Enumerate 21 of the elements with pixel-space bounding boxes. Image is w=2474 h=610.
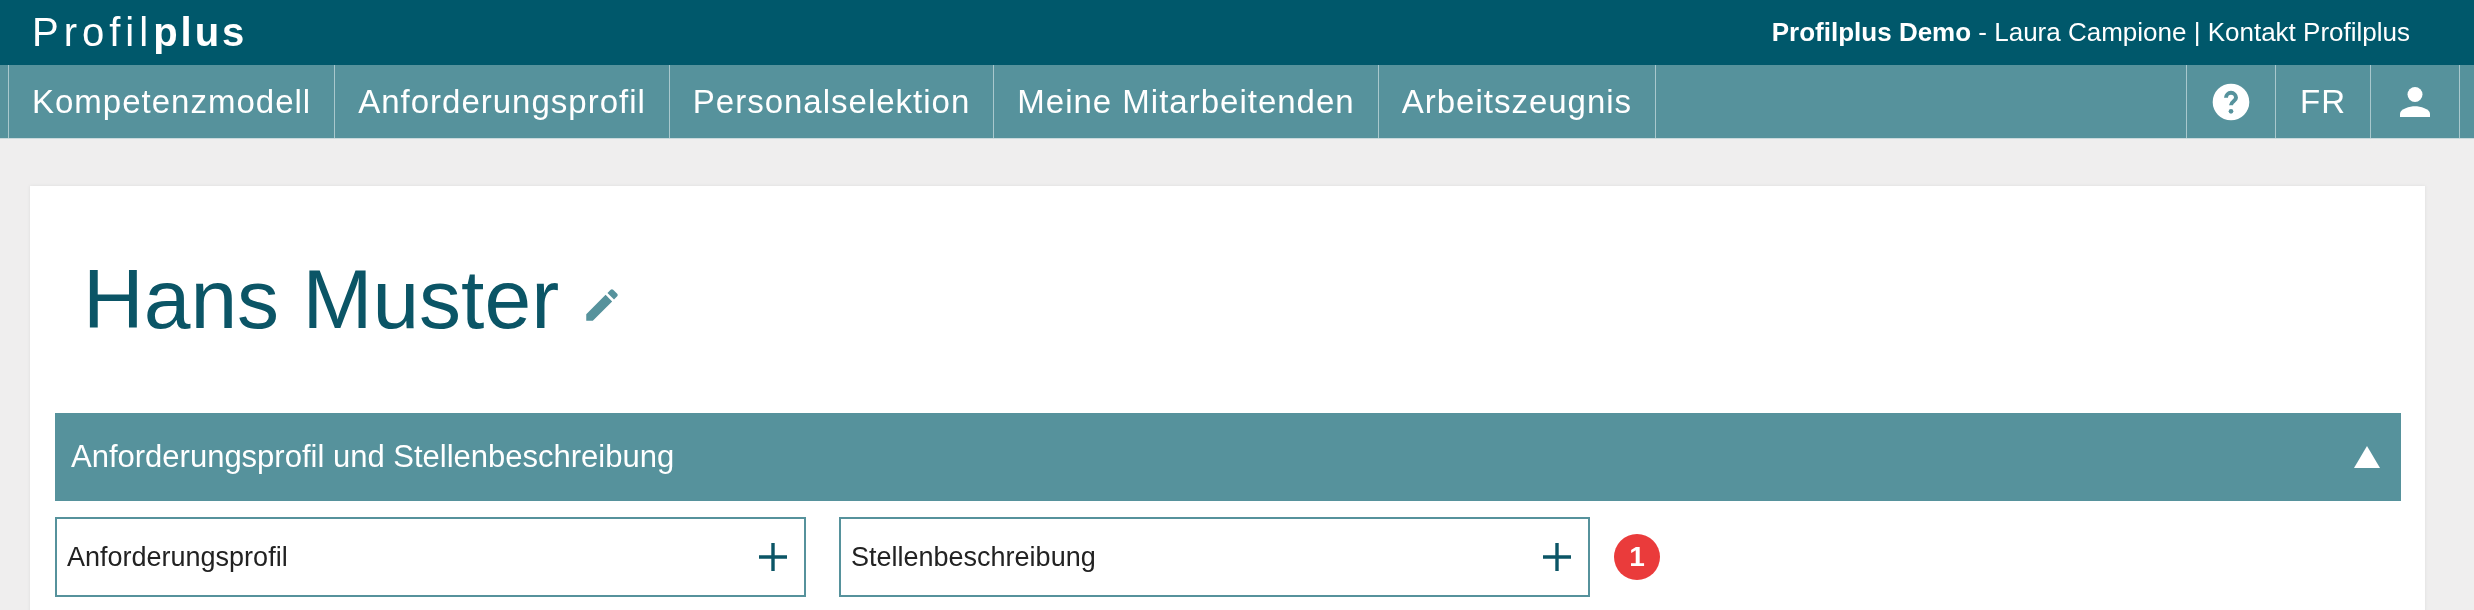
- account-info: Profilplus Demo - Laura Campione | Kontakt Profilplus: [1771, 17, 2410, 48]
- document-field[interactable]: Stellenbeschreibung: [839, 517, 1590, 597]
- nav-tab[interactable]: Meine Mitarbeitenden: [993, 65, 1378, 138]
- plus-icon[interactable]: [758, 542, 788, 572]
- person-name: Hans Muster: [83, 251, 560, 348]
- help-icon: [2211, 81, 2251, 122]
- section-title: Anforderungsprofil und Stellenbeschreibung: [71, 439, 675, 475]
- nav-tab[interactable]: Kompetenzmodell: [8, 65, 335, 138]
- nav-tab[interactable]: Arbeitszeugnis: [1377, 65, 1657, 138]
- language-button[interactable]: FR: [2275, 65, 2370, 138]
- plus-icon[interactable]: [1542, 542, 1572, 572]
- section-header[interactable]: Anforderungsprofil und Stellenbeschreibung: [55, 413, 2401, 501]
- document-label: Stellenbeschreibung: [851, 541, 1096, 573]
- nav-tab[interactable]: Anforderungsprofil: [334, 65, 669, 138]
- document-field[interactable]: Anforderungsprofil: [55, 517, 806, 597]
- document-label: Anforderungsprofil: [67, 541, 288, 573]
- notification-badge: 1: [1614, 534, 1660, 580]
- profile-button[interactable]: [2370, 65, 2460, 138]
- collapse-icon[interactable]: [2353, 444, 2381, 470]
- logo[interactable]: Profil plus: [32, 10, 248, 55]
- nav-tab[interactable]: Personalselektion: [668, 65, 994, 138]
